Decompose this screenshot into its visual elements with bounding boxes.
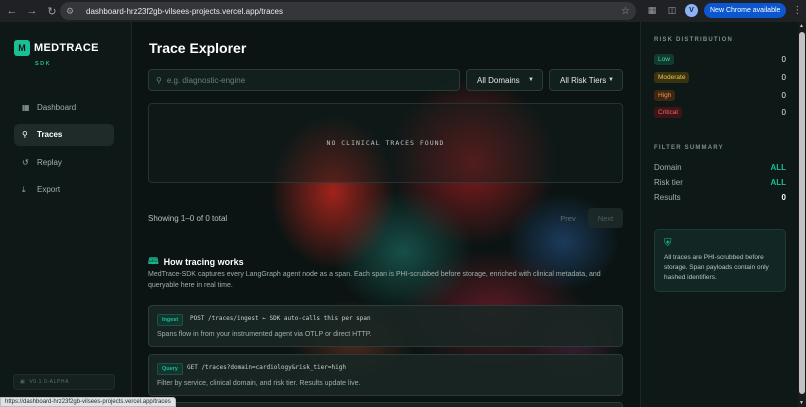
sidebar-item-dashboard[interactable]: ▦ Dashboard <box>14 96 114 118</box>
browser-toolbar: ← → ↻ ⚙ dashboard-hrz23f2gb-vilsees-proj… <box>0 0 806 22</box>
sidebar-item-label: Replay <box>37 157 62 167</box>
main-content: Trace Explorer ⚲ All Domains ▼ All Risk … <box>133 22 639 407</box>
how-tracing-works-title: 🕮 How tracing works <box>148 254 244 270</box>
filter-key: Risk tier <box>654 178 683 187</box>
sidebar-item-export[interactable]: ⤓ Export <box>14 179 114 201</box>
query-tag: Query <box>157 363 183 375</box>
search-icon: ⚲ <box>156 75 162 85</box>
avatar[interactable]: V <box>685 4 698 17</box>
filter-key: Results <box>654 193 681 202</box>
filter-value: 0 <box>781 193 786 202</box>
risk-row-critical: Critical 0 <box>654 106 786 119</box>
query-card: Query GET /traces?domain=cardiology&risk… <box>148 354 623 396</box>
empty-message: NO CLINICAL TRACES FOUND <box>326 139 445 147</box>
risk-distribution-heading: RISK DISTRIBUTION <box>654 37 734 43</box>
filter-summary-heading: FILTER SUMMARY <box>654 145 724 151</box>
address-bar[interactable]: ⚙ dashboard-hrz23f2gb-vilsees-projects.v… <box>60 2 636 20</box>
next-button[interactable]: Next <box>588 208 623 228</box>
ingest-tag: Ingest <box>157 314 184 326</box>
download-icon: ⤓ <box>22 184 26 194</box>
sidebar-item-label: Export <box>37 185 61 194</box>
scroll-down-icon[interactable]: ▼ <box>799 400 804 406</box>
phi-info-card: ⛨ All traces are PHI-scrubbed before sto… <box>654 229 786 292</box>
search-input[interactable] <box>166 75 447 85</box>
risk-badge-critical: Critical <box>654 107 682 118</box>
version-badge: ▣ V0.1.0-ALPHA <box>13 374 115 390</box>
phi-info-text: All traces are PHI-scrubbed before stora… <box>664 254 769 281</box>
version-label: V0.1.0-ALPHA <box>29 379 70 385</box>
ingest-endpoint: POST /traces/ingest ← SDK auto-calls thi… <box>190 315 371 322</box>
scrollbar-thumb[interactable] <box>799 32 805 394</box>
query-desc: Filter by service, clinical domain, and … <box>157 380 361 387</box>
chrome-update-button[interactable]: New Chrome available <box>704 3 787 18</box>
book-icon: 🕮 <box>148 256 159 266</box>
ingest-card: Ingest POST /traces/ingest ← SDK auto-ca… <box>148 305 623 347</box>
brand-sub: SDK <box>35 61 52 67</box>
filter-key: Domain <box>654 163 682 172</box>
risk-count-high: 0 <box>781 91 786 100</box>
sidebar-icon[interactable]: ◫ <box>665 4 679 18</box>
search-box[interactable]: ⚲ <box>148 69 460 91</box>
filter-row-results: Results 0 <box>654 193 786 202</box>
risk-count-critical: 0 <box>781 108 786 117</box>
filter-value: ALL <box>770 163 786 172</box>
kebab-icon[interactable]: ⋮ <box>792 5 802 16</box>
filter-row-domain: Domain ALL <box>654 163 786 172</box>
page-title: Trace Explorer <box>149 40 247 56</box>
scroll-up-icon[interactable]: ▲ <box>799 23 804 29</box>
sidebar-item-label: Dashboard <box>37 102 77 112</box>
logo[interactable]: M MEDTRACE <box>14 40 99 56</box>
forward-icon[interactable]: → <box>24 3 40 19</box>
sidebar-item-label: Traces <box>37 130 63 139</box>
brand-name: MEDTRACE <box>34 42 99 54</box>
risk-select-value: All Risk Tiers <box>560 75 607 85</box>
sidebar-item-traces[interactable]: ⚲ Traces <box>14 123 114 146</box>
risk-badge-moderate: Moderate <box>654 72 690 83</box>
chevron-down-icon: ▼ <box>608 77 614 83</box>
next-card-partial <box>148 402 623 407</box>
risk-row-high: High 0 <box>654 89 786 102</box>
chevron-down-icon: ▼ <box>528 77 534 83</box>
risk-badge-low: Low <box>654 54 674 65</box>
risk-row-low: Low 0 <box>654 53 786 66</box>
extensions-icon[interactable]: ▦ <box>645 4 659 18</box>
pagination-summary: Showing 1–0 of 0 total <box>148 214 228 223</box>
filter-value: ALL <box>770 178 786 187</box>
filter-row-risk-tier: Risk tier ALL <box>654 178 786 187</box>
box-icon: ▣ <box>20 379 26 385</box>
risk-row-moderate: Moderate 0 <box>654 71 786 84</box>
how-tracing-works-desc: MedTrace-SDK captures every LangGraph ag… <box>148 271 601 289</box>
star-icon[interactable]: ☆ <box>621 6 630 17</box>
logo-mark: M <box>14 40 30 56</box>
search-icon: ⚲ <box>22 130 28 139</box>
domain-select[interactable]: All Domains ▼ <box>466 69 543 91</box>
sidebar-nav: ▦ Dashboard ⚲ Traces ↺ Replay ⤓ Export <box>14 96 114 206</box>
traces-table-empty: NO CLINICAL TRACES FOUND <box>148 103 623 183</box>
page-scrollbar[interactable]: ▲ ▼ <box>798 22 806 407</box>
sidebar: M MEDTRACE SDK ▦ Dashboard ⚲ Traces ↺ Re… <box>0 22 132 407</box>
section-title-text: How tracing works <box>163 257 244 267</box>
shield-icon: ⛨ <box>664 238 672 249</box>
sidebar-item-replay[interactable]: ↺ Replay <box>14 151 114 173</box>
query-endpoint: GET /traces?domain=cardiology&risk_tier=… <box>187 364 346 371</box>
site-settings-icon[interactable]: ⚙ <box>66 6 80 17</box>
replay-icon: ↺ <box>22 157 29 167</box>
risk-tier-select[interactable]: All Risk Tiers ▼ <box>549 69 623 91</box>
ingest-desc: Spans flow in from your instrumented age… <box>157 331 372 338</box>
right-panel: RISK DISTRIBUTION Low 0 Moderate 0 High … <box>640 22 798 407</box>
grid-icon: ▦ <box>22 102 30 112</box>
risk-count-low: 0 <box>781 55 786 64</box>
risk-badge-high: High <box>654 90 676 101</box>
risk-count-moderate: 0 <box>781 73 786 82</box>
back-icon[interactable]: ← <box>4 3 20 19</box>
status-bar-url: https://dashboard-hrz23f2gb-vilsees-proj… <box>0 397 176 407</box>
prev-button[interactable]: Prev <box>551 208 585 228</box>
domain-select-value: All Domains <box>477 75 520 85</box>
address-url[interactable]: dashboard-hrz23f2gb-vilsees-projects.ver… <box>86 7 283 16</box>
reload-icon[interactable]: ↻ <box>44 3 60 19</box>
